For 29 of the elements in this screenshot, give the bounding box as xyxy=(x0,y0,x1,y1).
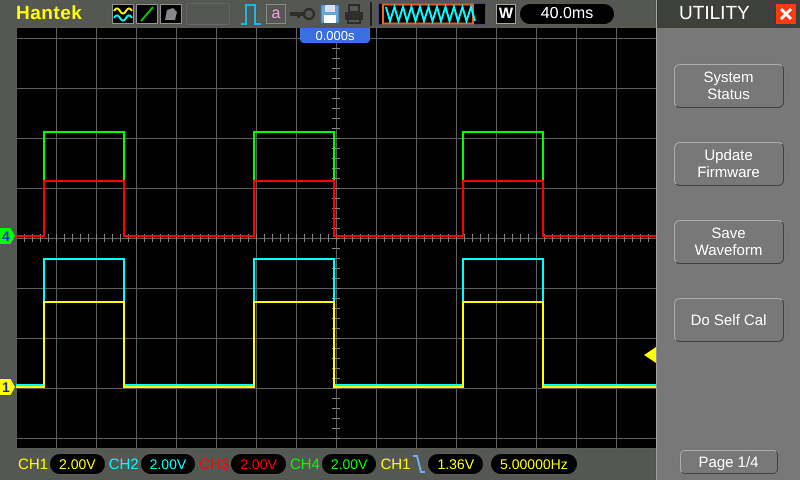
dual-wave-icon[interactable] xyxy=(112,4,134,24)
pulse-icon[interactable] xyxy=(240,3,262,25)
zoom-mode-button[interactable]: W xyxy=(496,4,516,24)
channel-marker[interactable]: 1 xyxy=(0,379,15,395)
channel-scale-readout: 2.00V xyxy=(140,454,196,474)
channel-label[interactable]: CH1 xyxy=(18,456,48,472)
trigger-source-label[interactable]: CH1 xyxy=(380,456,410,472)
persistence-icon[interactable] xyxy=(160,4,182,24)
menu-title: UTILITY xyxy=(679,3,750,25)
math-button[interactable]: a xyxy=(266,4,286,24)
close-button[interactable] xyxy=(776,4,796,24)
frequency-readout: 5.00000Hz xyxy=(491,454,577,474)
channel-label[interactable]: CH4 xyxy=(290,456,320,472)
timebase-readout: 40.0ms xyxy=(520,4,614,24)
channel-scale-readout: 2.00V xyxy=(50,454,105,474)
menu-button[interactable]: System Status xyxy=(674,64,784,108)
page-button[interactable]: Page 1/4 xyxy=(680,450,778,474)
close-icon xyxy=(779,7,793,21)
channel-scale-readout: 2.00V xyxy=(322,454,376,474)
time-position-marker[interactable]: 0.000s xyxy=(300,28,370,43)
falling-edge-icon xyxy=(412,454,426,474)
menu-button[interactable]: Save Waveform xyxy=(674,220,784,264)
channel-scale-readout: 2.00V xyxy=(231,454,286,474)
brand-logo: Hantek xyxy=(16,3,84,25)
trigger-level-readout: 1.36V xyxy=(428,454,484,474)
channel-marker[interactable]: 4 xyxy=(0,228,15,244)
menu-button[interactable]: Do Self Cal xyxy=(674,298,784,342)
channel-label[interactable]: CH2 xyxy=(108,456,139,472)
menu-button[interactable]: Update Firmware xyxy=(674,142,784,186)
